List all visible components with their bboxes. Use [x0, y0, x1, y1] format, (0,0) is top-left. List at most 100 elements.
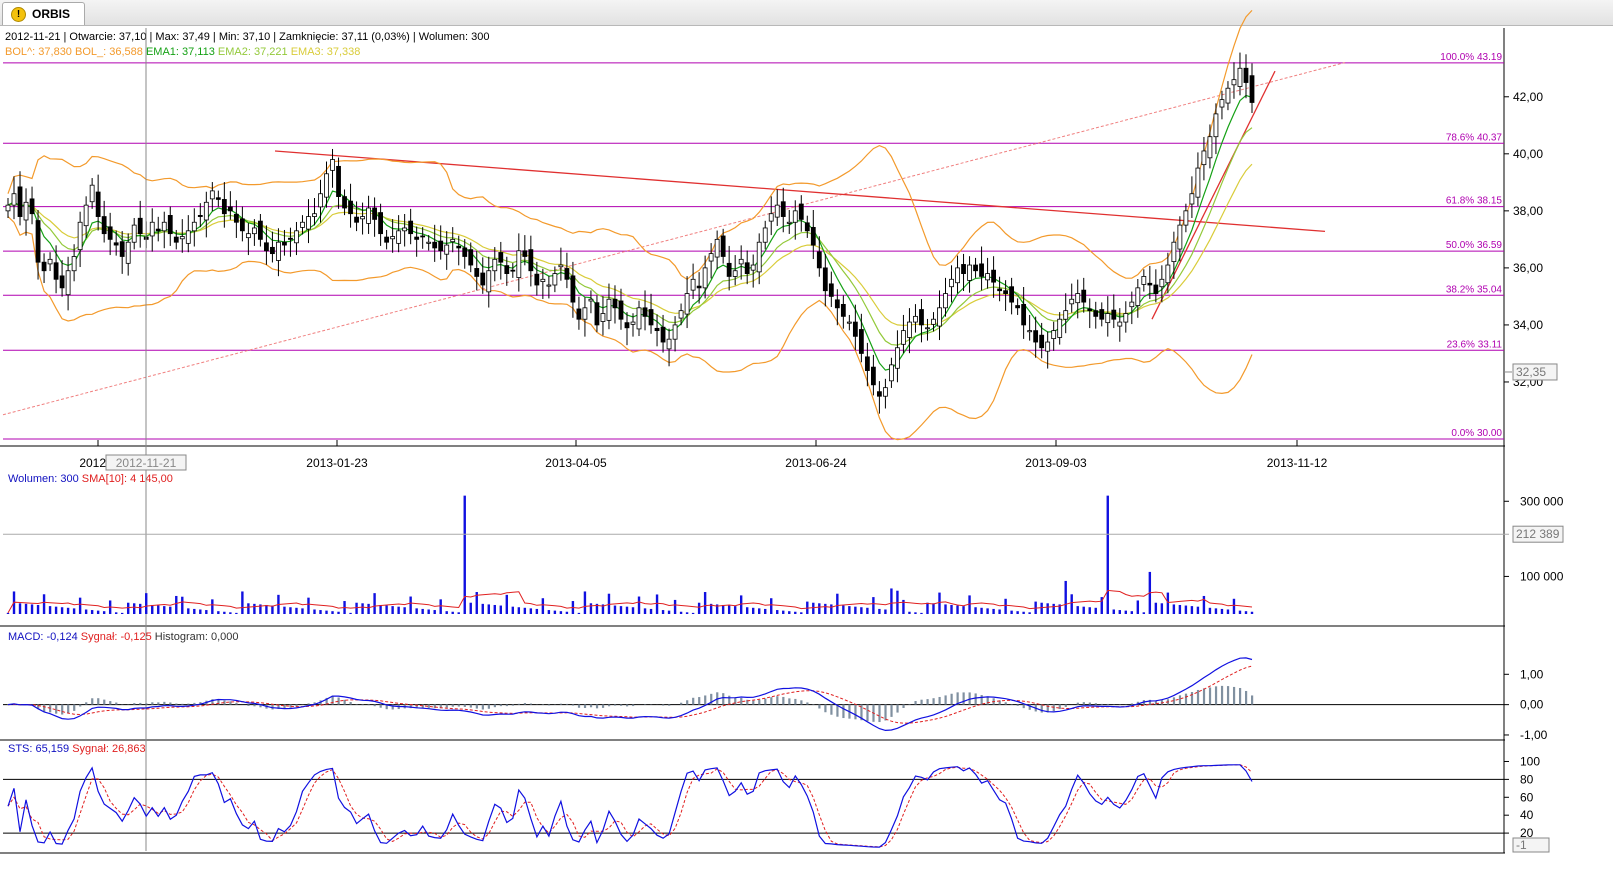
volume-bar — [265, 604, 268, 614]
macd-histogram-bar — [595, 704, 599, 709]
candle-up — [149, 221, 155, 237]
candle-up — [1141, 276, 1147, 285]
candle-down — [107, 226, 113, 240]
candle-down — [336, 165, 341, 197]
candle-down — [804, 222, 810, 232]
volume-bar — [878, 608, 881, 614]
cursor-date-label: 2012-11-21 — [116, 456, 177, 470]
candle-down — [432, 241, 438, 249]
volume-bar — [139, 603, 142, 614]
macd-histogram-bar — [589, 704, 593, 708]
candle-down — [137, 217, 143, 235]
volume-bar — [36, 604, 40, 614]
candle-down — [1147, 282, 1153, 286]
candle-down — [264, 242, 269, 252]
volume-bar — [1172, 604, 1176, 614]
macd-histogram-bar — [914, 701, 917, 705]
candle-down — [991, 269, 996, 283]
stock-chart[interactable]: 2012-1 2013-01-23 2013-04-05 2013-06-24 2013… — [0, 0, 1613, 891]
volume-bar — [685, 612, 689, 614]
candle-down — [654, 327, 660, 332]
candle-down — [498, 252, 504, 263]
macd-histogram-bar — [1220, 685, 1224, 705]
volume-bar — [914, 612, 917, 614]
candle-down — [288, 237, 293, 240]
volume-bar — [992, 608, 995, 614]
volume-bar — [487, 604, 490, 614]
macd-histogram-bar — [511, 704, 515, 706]
candle-up — [312, 213, 317, 217]
candle-down — [864, 356, 870, 371]
volume-bar — [241, 591, 244, 614]
candle-up — [967, 264, 972, 281]
candle-down — [1087, 308, 1093, 312]
macd-histogram-bar — [349, 702, 352, 705]
macd-histogram-bar — [151, 702, 154, 705]
volume-bar — [794, 611, 797, 614]
candle-down — [828, 283, 834, 297]
volume-bar — [649, 608, 653, 614]
y-tick-label: 38,00 — [1513, 204, 1543, 218]
candle-down — [696, 285, 702, 289]
volume-bar — [1154, 602, 1158, 614]
macd-histogram-bar — [1004, 702, 1007, 705]
candle-up — [1051, 330, 1057, 340]
volume-bar — [854, 606, 857, 614]
candle-down — [594, 302, 600, 326]
volume-bar — [1064, 580, 1067, 614]
candle-up — [1201, 150, 1207, 166]
volume-bar — [331, 611, 334, 614]
candle-down — [167, 215, 173, 235]
volume-bar — [577, 612, 581, 614]
x-tick-label: 2013-06-24 — [785, 456, 847, 470]
macd-histogram-bar — [67, 704, 70, 714]
volume-bar — [469, 602, 472, 614]
volume-bar — [163, 606, 166, 614]
volume-bar — [962, 606, 965, 614]
candle-up — [792, 210, 798, 223]
candle-down — [618, 300, 624, 320]
candle-down — [119, 241, 125, 257]
volume-bar — [151, 604, 154, 614]
macd-histogram-bar — [1082, 702, 1085, 705]
candle-up — [324, 173, 329, 198]
macd-histogram-bar — [115, 702, 118, 705]
macd-histogram-bar — [878, 704, 881, 723]
candle-up — [732, 270, 738, 277]
candle-down — [624, 322, 630, 329]
volume-bar — [986, 608, 989, 614]
candle-down — [215, 197, 221, 200]
volume-bar — [499, 605, 502, 614]
macd-tick-label: 0,00 — [1520, 698, 1544, 712]
macd-histogram-bar — [601, 704, 605, 708]
volume-bar — [872, 597, 875, 614]
macd-histogram-bar — [944, 695, 947, 705]
volume-bar — [679, 611, 683, 614]
macd-histogram-bar — [938, 696, 941, 705]
candle-up — [47, 258, 53, 265]
candle-down — [474, 268, 480, 277]
macd-histogram-bar — [1100, 703, 1103, 705]
volume-bar — [427, 609, 430, 614]
macd-histogram-bar — [974, 693, 977, 705]
candle-up — [23, 201, 29, 221]
volume-bar — [126, 602, 130, 614]
candle-down — [372, 207, 377, 220]
y-tick-label: 40,00 — [1513, 147, 1543, 161]
fib-level-label: 50.0% 36.59 — [1446, 240, 1503, 251]
candle-up — [588, 298, 594, 302]
macd-histogram-bar — [379, 704, 382, 708]
volume-bar — [349, 612, 352, 614]
volume-bar — [920, 612, 923, 614]
macd-histogram-bar — [169, 702, 172, 705]
macd-histogram-bar — [445, 704, 448, 708]
candle-up — [546, 284, 552, 287]
candle-down — [348, 200, 353, 215]
fib-level-label: 38.2% 35.04 — [1446, 284, 1503, 295]
macd-histogram-bar — [950, 693, 953, 705]
volume-bar — [391, 606, 394, 614]
volume-bar — [944, 604, 947, 614]
macd-histogram-bar — [1094, 703, 1097, 705]
candle-up — [931, 318, 936, 325]
macd-histogram-bar — [529, 703, 533, 705]
